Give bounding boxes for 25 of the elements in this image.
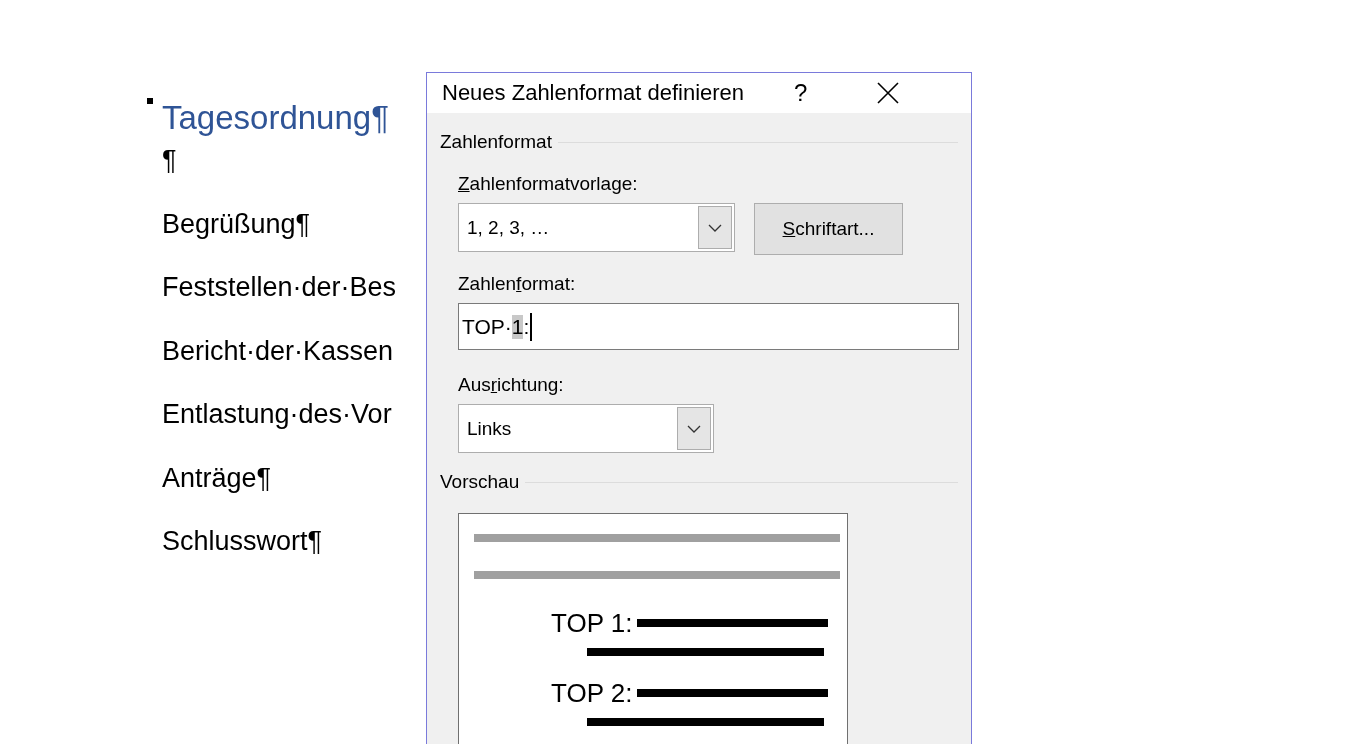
alignment-dropdown[interactable]: Links	[458, 404, 714, 453]
group-label: Zahlenformat	[440, 131, 552, 153]
document-paragraph: Entlastung·des·Vor	[162, 398, 392, 430]
number-style-dropdown[interactable]: 1, 2, 3, …	[458, 203, 735, 252]
field-label: Zahlenformat:	[458, 273, 576, 295]
document-paragraph: Bericht·der·Kassen	[162, 334, 394, 367]
preview-text: TOP 1:	[551, 608, 633, 638]
document-paragraph: Anträge¶	[162, 461, 272, 494]
document-paragraph: Feststellen·der·Bes	[162, 271, 397, 303]
document-heading: Tagesordnung¶	[162, 98, 389, 138]
document-paragraph: ¶	[162, 144, 177, 176]
field-label: Zahlenformatvorlage:	[458, 173, 638, 195]
preview-text: TOP 2:	[551, 678, 633, 708]
close-icon	[877, 82, 900, 104]
field-label: Ausrichtung:	[458, 374, 564, 396]
document-paragraph: Begrüßung¶	[162, 207, 311, 240]
dialog-title: Neues Zahlenformat definieren	[442, 80, 745, 106]
chevron-down-icon	[708, 223, 722, 232]
chevron-down-icon	[687, 424, 701, 433]
paragraph-marker-icon	[147, 98, 153, 104]
number-format-input[interactable]: TOP·1:	[458, 303, 959, 350]
document-paragraph: Schlusswort¶	[162, 525, 323, 557]
font-button[interactable]: Schriftart...	[754, 203, 903, 255]
group-label: Vorschau	[440, 471, 520, 493]
help-button[interactable]: ?	[794, 79, 808, 107]
